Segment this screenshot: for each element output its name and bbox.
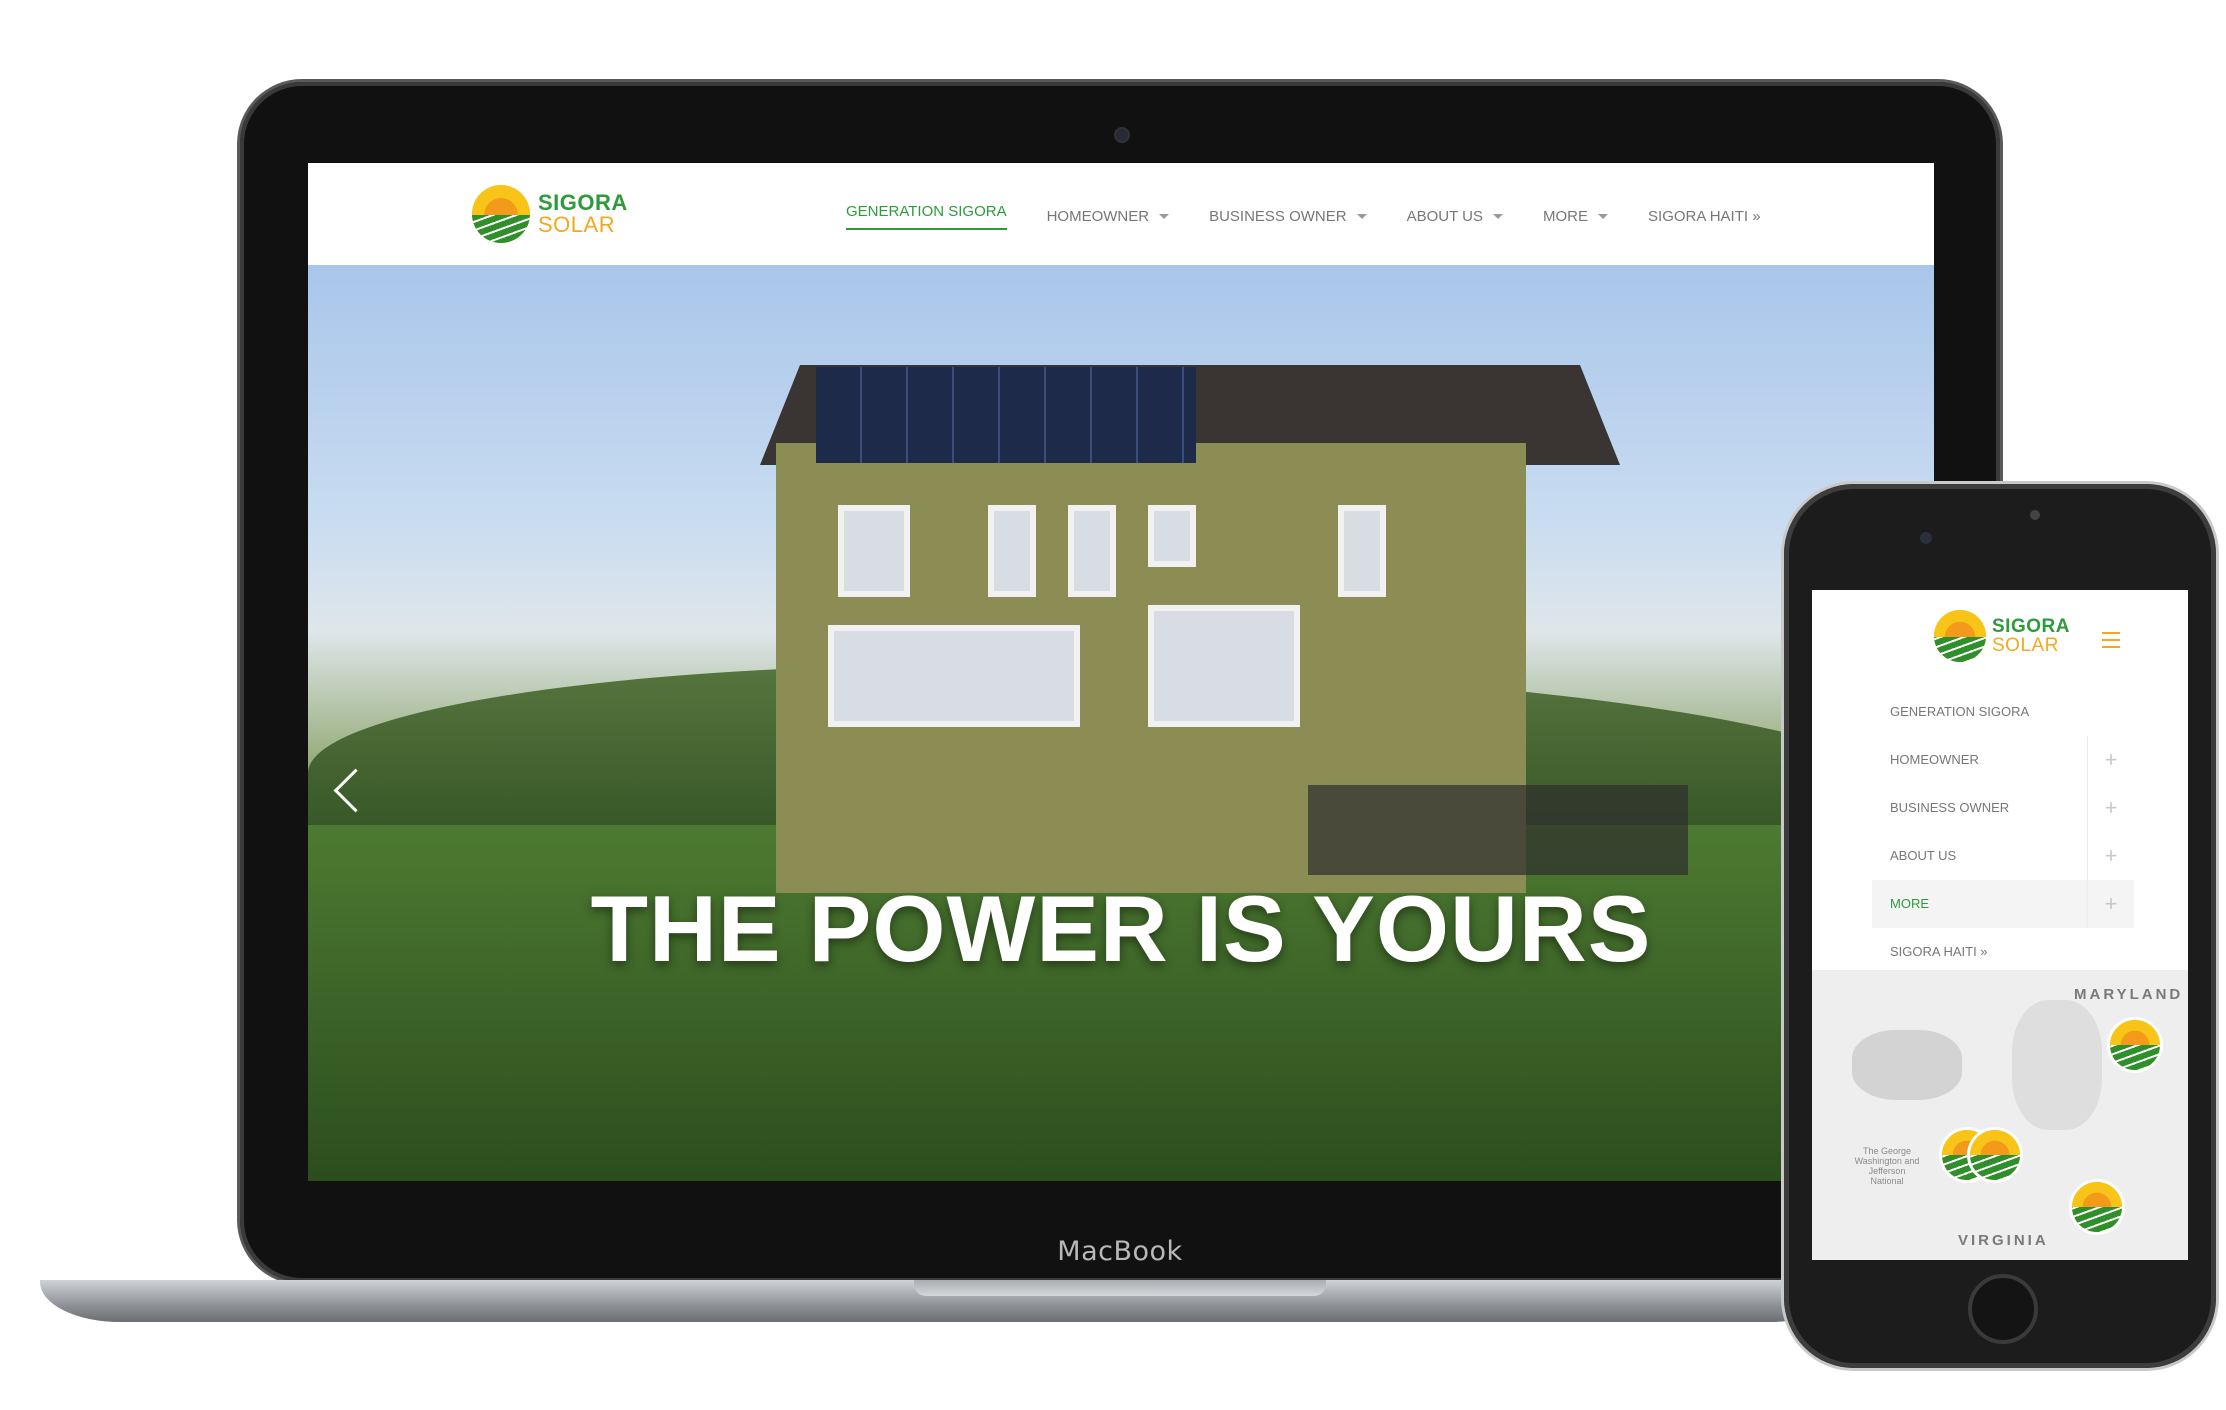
map-terrain [2012, 1000, 2102, 1130]
menu-label: GENERATION SIGORA [1890, 704, 2030, 719]
caret-down-icon [1356, 214, 1367, 219]
mobile-menu-item-about-us[interactable]: ABOUT US + [1872, 832, 2134, 880]
speaker-icon [2030, 510, 2040, 520]
caret-down-icon [1159, 214, 1170, 219]
nav-item-generation-sigora[interactable]: GENERATION SIGORA [846, 203, 1007, 230]
laptop-screen: SIGORA SOLAR GENERATION SIGORA HOMEOWNER… [308, 163, 1934, 1181]
mobile-logo[interactable]: SIGORA SOLAR [1934, 610, 2070, 662]
house-window [1068, 505, 1116, 597]
map-label-park: The George Washington and Jefferson Nati… [1854, 1146, 1920, 1186]
house-window [988, 505, 1036, 597]
house-window [838, 505, 910, 597]
logo-word-1: SIGORA [1992, 616, 2070, 637]
camera-icon [1920, 532, 1932, 544]
nav-item-business-owner[interactable]: BUSINESS OWNER [1209, 203, 1367, 230]
caret-down-icon [1598, 214, 1609, 219]
logo-word-2: SOLAR [538, 212, 616, 237]
house-window [1148, 605, 1300, 727]
menu-label: ABOUT US [1890, 848, 1957, 863]
map-pin-icon[interactable] [2072, 1182, 2122, 1232]
menu-label: MORE [1890, 896, 1929, 911]
nav-label: BUSINESS OWNER [1209, 208, 1347, 225]
menu-label: HOMEOWNER [1890, 752, 1979, 767]
hamburger-menu-icon[interactable] [2102, 632, 2120, 648]
locations-map[interactable]: MARYLAND VIRGINIA The George Washington … [1812, 970, 2188, 1260]
plus-icon[interactable]: + [2087, 880, 2134, 928]
house-window [828, 625, 1080, 727]
home-button[interactable] [1968, 1274, 2038, 1344]
menu-label: SIGORA HAITI » [1890, 944, 1988, 959]
map-pin-icon[interactable] [2110, 1020, 2160, 1070]
laptop-brand-label: MacBook [1057, 1236, 1183, 1267]
nav-item-more[interactable]: MORE [1543, 203, 1609, 230]
nav-label: ABOUT US [1406, 208, 1484, 225]
logo-word-1: SIGORA [538, 190, 628, 215]
main-nav: GENERATION SIGORA HOMEOWNER BUSINESS OWN… [846, 203, 1801, 230]
mobile-menu-item-generation-sigora[interactable]: GENERATION SIGORA [1872, 688, 2134, 736]
solar-panels [816, 367, 1196, 463]
map-label-maryland: MARYLAND [2074, 986, 2184, 1003]
nav-label: HOMEOWNER [1046, 208, 1150, 225]
nav-label: GENERATION SIGORA [846, 203, 1007, 220]
sun-field-logo-icon [1934, 610, 1986, 662]
menu-label: BUSINESS OWNER [1890, 800, 2010, 815]
site-header: SIGORA SOLAR GENERATION SIGORA HOMEOWNER… [308, 163, 1934, 266]
mobile-menu: GENERATION SIGORA HOMEOWNER + BUSINESS O… [1872, 688, 2134, 976]
nav-label: MORE [1543, 208, 1589, 225]
hero-title: THE POWER IS YOURS [590, 876, 1652, 981]
plus-icon[interactable]: + [2087, 832, 2134, 880]
plus-icon[interactable]: + [2087, 784, 2134, 832]
phone-screen: SIGORA SOLAR GENERATION SIGORA HOMEOWNER… [1812, 590, 2188, 1260]
mobile-menu-item-more[interactable]: MORE + [1872, 880, 2134, 928]
nav-item-about-us[interactable]: ABOUT US [1406, 203, 1504, 230]
map-label-virginia: VIRGINIA [1958, 1232, 2049, 1249]
house-deck [1308, 785, 1688, 875]
camera-icon [1114, 127, 1130, 143]
laptop-notch [914, 1280, 1326, 1296]
mobile-menu-item-business-owner[interactable]: BUSINESS OWNER + [1872, 784, 2134, 832]
house-window [1338, 505, 1386, 597]
mobile-menu-item-homeowner[interactable]: HOMEOWNER + [1872, 736, 2134, 784]
map-terrain [1852, 1030, 1962, 1100]
site-logo[interactable]: SIGORA SOLAR [472, 185, 628, 243]
nav-item-sigora-haiti[interactable]: SIGORA HAITI » [1648, 203, 1761, 230]
house-window [1148, 505, 1196, 567]
hero-slider: THE POWER IS YOURS [308, 265, 1934, 1181]
caret-down-icon [1493, 214, 1504, 219]
plus-icon[interactable]: + [2087, 736, 2134, 784]
map-pin-icon[interactable] [1970, 1130, 2020, 1180]
nav-item-homeowner[interactable]: HOMEOWNER [1047, 203, 1170, 230]
sun-field-logo-icon [472, 185, 530, 243]
logo-word-2: SOLAR [1992, 635, 2059, 656]
nav-label: SIGORA HAITI » [1648, 208, 1761, 225]
mobile-menu-item-sigora-haiti[interactable]: SIGORA HAITI » [1872, 928, 2134, 976]
